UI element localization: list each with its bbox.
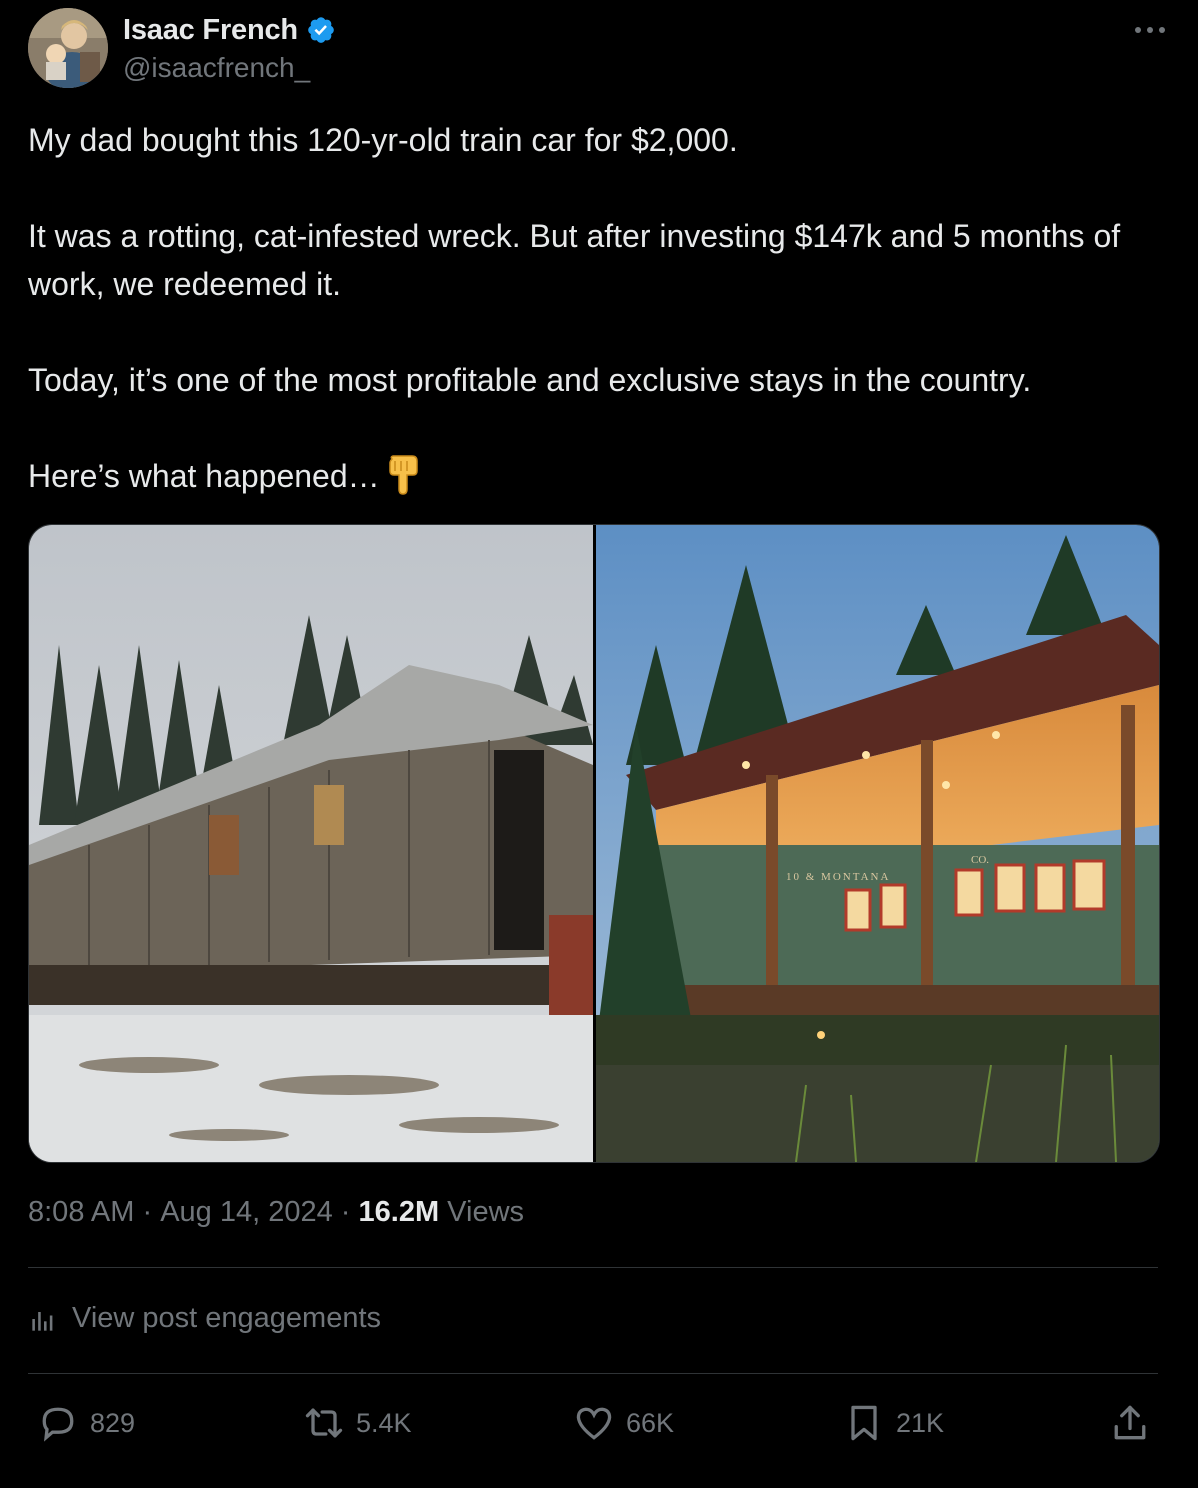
share-icon	[1114, 1405, 1146, 1440]
meta-separator: ·	[134, 1196, 161, 1228]
views-count: 16.2M	[358, 1196, 440, 1228]
action-bar: 829 5.4K 66K 21K	[28, 1398, 1158, 1448]
author-info: Isaac French @isaacfrench_	[123, 12, 336, 84]
post-header: Isaac French @isaacfrench_	[28, 8, 1170, 90]
display-name[interactable]: Isaac French	[123, 14, 298, 47]
view-engagements-label: View post engagements	[72, 1302, 382, 1334]
like-button[interactable]: 66K	[572, 1398, 674, 1448]
bookmark-button[interactable]: 21K	[842, 1398, 944, 1448]
verified-badge-icon	[308, 17, 334, 43]
abandoned-train-car-photo	[29, 525, 593, 1162]
post-time[interactable]: 8:08 AM	[28, 1196, 134, 1229]
like-icon	[576, 1407, 612, 1440]
post-media[interactable]: 10 & MONTANA CO.	[28, 524, 1160, 1163]
repost-count: 5.4K	[356, 1407, 412, 1438]
reply-icon	[42, 1407, 74, 1442]
more-options-icon[interactable]	[1130, 20, 1170, 40]
display-name-row: Isaac French	[123, 12, 336, 48]
share-button[interactable]	[1108, 1398, 1162, 1448]
divider	[28, 1267, 1158, 1268]
author-handle[interactable]: @isaacfrench_	[123, 52, 336, 84]
views-label: Views	[439, 1196, 525, 1228]
post-date[interactable]: Aug 14, 2024	[160, 1196, 333, 1229]
post-paragraph: My dad bought this 120-yr-old train car …	[28, 122, 738, 158]
view-engagements-link[interactable]: View post engagements	[30, 1302, 381, 1335]
post-meta: 8:08 AM · Aug 14, 2024 · 16.2M Views	[28, 1196, 524, 1229]
reply-count: 829	[90, 1407, 136, 1438]
avatar[interactable]	[28, 8, 108, 88]
post-paragraph: It was a rotting, cat-infested wreck. Bu…	[28, 218, 1121, 302]
post-text: My dad bought this 120-yr-old train car …	[28, 116, 1168, 500]
restored-train-car-photo: 10 & MONTANA CO.	[596, 525, 1159, 1162]
sign-text-co: CO.	[971, 854, 989, 866]
bookmark-count: 21K	[896, 1407, 945, 1438]
post-paragraph: Today, it’s one of the most profitable a…	[28, 362, 1032, 398]
pointing-down-emoji	[388, 455, 418, 495]
repost-button[interactable]: 5.4K	[302, 1398, 412, 1448]
like-count: 66K	[626, 1407, 675, 1438]
sign-text: 10 & MONTANA	[786, 871, 890, 883]
bar-chart-icon	[32, 1311, 53, 1331]
meta-separator: ·	[332, 1196, 359, 1228]
post-paragraph-last: Here’s what happened…	[28, 452, 1168, 500]
divider	[28, 1373, 1158, 1374]
repost-icon	[305, 1408, 343, 1438]
reply-button[interactable]: 829	[36, 1398, 135, 1448]
bookmark-icon	[851, 1405, 877, 1441]
post-paragraph: Here’s what happened…	[28, 458, 380, 494]
